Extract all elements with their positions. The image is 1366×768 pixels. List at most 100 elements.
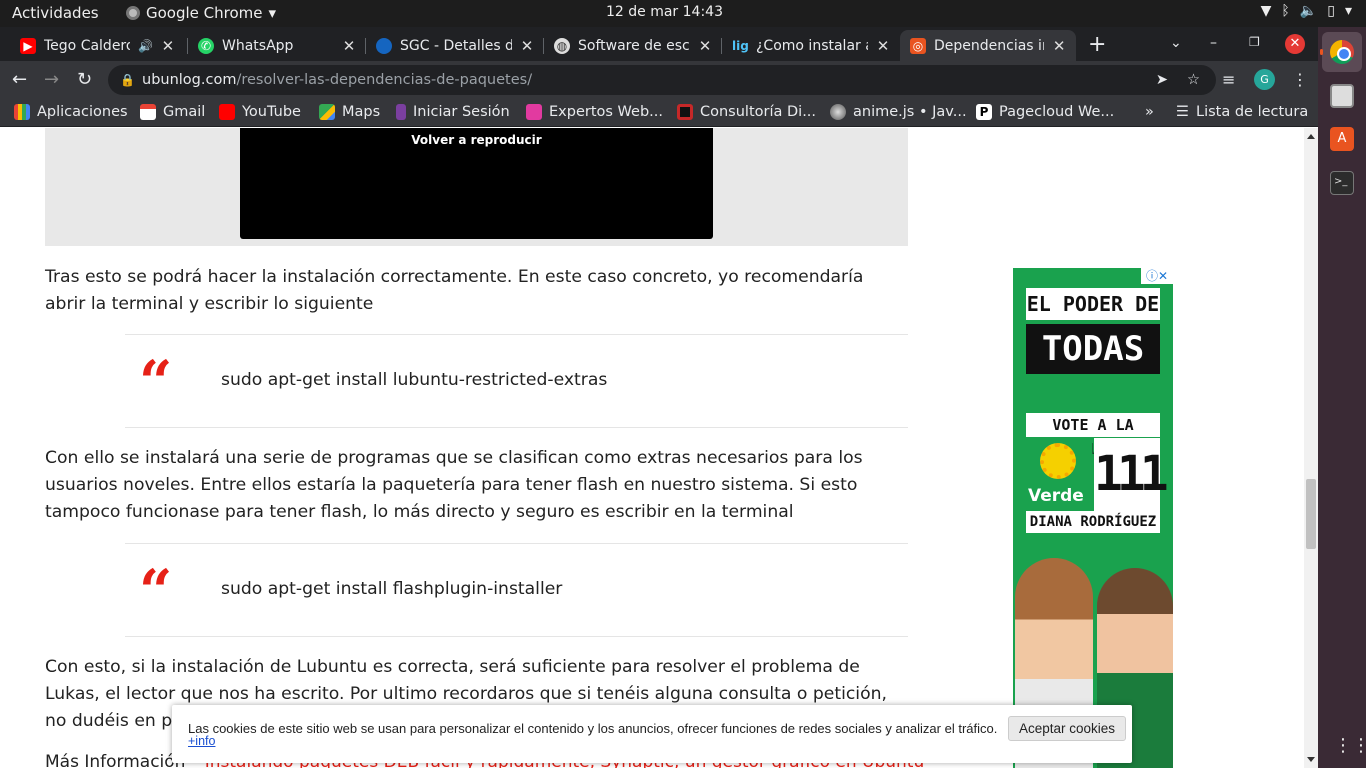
bookmark-consultoria[interactable]: Consultoría Di... — [677, 104, 816, 120]
anime-icon — [830, 104, 846, 120]
app-menu[interactable]: Google Chrome ▾ — [126, 4, 276, 22]
close-icon[interactable]: ✕ — [876, 37, 890, 55]
bookmark-animejs[interactable]: anime.js • Jav... — [830, 104, 967, 120]
system-top-bar: Actividades Google Chrome ▾ 12 de mar 14… — [0, 0, 1366, 27]
reload-button[interactable]: ↻ — [77, 69, 92, 90]
bookmark-label: Iniciar Sesión — [413, 104, 510, 120]
volume-icon: 🔈 — [1299, 3, 1318, 19]
scroll-up-icon[interactable] — [1307, 134, 1315, 139]
scrollbar-thumb[interactable] — [1306, 479, 1316, 549]
tab-title: WhatsApp — [222, 37, 294, 54]
app-name: Google Chrome — [146, 4, 263, 22]
bookmark-label: Consultoría Di... — [700, 104, 817, 120]
code-line: sudo apt-get install lubuntu-restricted-… — [221, 370, 608, 390]
video-container: Volver a reproducir — [45, 128, 908, 246]
wifi-icon: ▼ — [1260, 3, 1272, 19]
bluetooth-icon: ᛒ — [1281, 3, 1290, 19]
replay-button[interactable]: Volver a reproducir — [240, 133, 713, 147]
send-icon[interactable]: ➤ — [1156, 65, 1168, 95]
scroll-down-icon[interactable] — [1307, 757, 1315, 762]
bookmark-gmail[interactable]: Gmail — [140, 104, 205, 120]
tab-whatsapp[interactable]: ✆ WhatsApp ✕ — [188, 30, 366, 61]
video-player[interactable]: Volver a reproducir — [240, 128, 713, 239]
bookmarks-overflow-button[interactable]: » — [1145, 104, 1154, 120]
tab-search-button[interactable]: ⌄ — [1170, 35, 1182, 51]
clock[interactable]: 12 de mar 14:43 — [606, 4, 723, 20]
ubunlog-icon: ◎ — [910, 37, 926, 54]
bookmark-label: Gmail — [163, 104, 206, 120]
apps-grid-icon — [14, 104, 30, 120]
accept-cookies-button[interactable]: Aceptar cookies — [1008, 716, 1127, 741]
page-scrollbar[interactable] — [1304, 128, 1318, 768]
software-store-icon[interactable]: A — [1330, 127, 1354, 151]
tab-strip: ▶ Tego Caldero 🔊 ✕ ✆ WhatsApp ✕ SGC - De… — [0, 27, 1318, 61]
globe-icon: ◍ — [554, 37, 570, 54]
bookmark-aplicaciones[interactable]: Aplicaciones — [14, 104, 128, 120]
minimize-button[interactable]: – — [1210, 35, 1217, 51]
running-indicator — [1320, 49, 1323, 55]
bookmark-youtube[interactable]: YouTube — [219, 104, 301, 120]
reading-list-icon: ☰ — [1176, 104, 1189, 120]
close-icon[interactable]: ✕ — [520, 37, 534, 55]
tab-title: Tego Caldero — [44, 37, 130, 54]
consultoria-icon — [677, 104, 693, 120]
chevron-down-icon: ▾ — [1344, 3, 1352, 19]
address-bar[interactable]: 🔒 ubunlog.com/resolver-las-dependencias-… — [108, 65, 1216, 95]
web-page: Volver a reproducir Tras esto se podrá h… — [0, 128, 1304, 768]
gmail-icon — [140, 104, 156, 120]
cookie-more-info-link[interactable]: +info — [188, 734, 215, 748]
back-button[interactable]: ← — [12, 69, 27, 90]
audio-icon[interactable]: 🔊 — [138, 39, 153, 53]
menu-icon[interactable]: ⋮ — [1292, 70, 1308, 89]
tab-youtube[interactable]: ▶ Tego Caldero 🔊 ✕ — [10, 30, 188, 61]
bookmark-maps[interactable]: Maps — [319, 104, 380, 120]
tab-sgc[interactable]: SGC - Detalles de ✕ — [366, 30, 544, 61]
forward-button[interactable]: → — [44, 69, 59, 90]
bookmark-pagecloud[interactable]: P Pagecloud We... — [976, 104, 1114, 120]
chrome-icon — [126, 6, 140, 20]
ad-text: TODAS — [1026, 324, 1160, 374]
code-line: sudo apt-get install flashplugin-install… — [221, 579, 563, 599]
close-icon[interactable]: ✕ — [161, 37, 175, 55]
expertos-icon — [526, 104, 542, 120]
ad-choices-icon[interactable]: ⓘ✕ — [1141, 268, 1173, 284]
bookmark-label: YouTube — [242, 104, 301, 120]
code-quote-2: “ sudo apt-get install flashplugin-insta… — [125, 543, 908, 637]
terminal-icon[interactable]: >_ — [1330, 171, 1354, 195]
profile-avatar[interactable]: G — [1254, 69, 1275, 90]
close-window-button[interactable]: ✕ — [1285, 34, 1305, 54]
close-icon[interactable]: ✕ — [698, 37, 712, 55]
tab-software[interactable]: ◍ Software de escr ✕ — [544, 30, 722, 61]
article-paragraph-2: Con ello se instalará una serie de progr… — [45, 448, 863, 522]
ad-text: EL PODER DE — [1026, 288, 1160, 320]
tab-como-instalar[interactable]: lig ¿Como instalar a ✕ — [722, 30, 900, 61]
browser-toolbar: ← → ↻ 🔒 ubunlog.com/resolver-las-depende… — [0, 61, 1318, 99]
article-paragraph-1: Tras esto se podrá hacer la instalación … — [45, 267, 864, 314]
media-control-icon[interactable]: ≡ — [1222, 70, 1235, 89]
tab-title: Software de escr — [578, 37, 690, 54]
files-icon[interactable] — [1330, 84, 1354, 108]
system-tray[interactable]: ▼ ᛒ 🔈 ▯ ▾ — [1261, 3, 1352, 19]
whatsapp-icon: ✆ — [198, 37, 214, 54]
close-icon[interactable]: ✕ — [1052, 37, 1066, 55]
tab-dependencias[interactable]: ◎ Dependencias in ✕ — [900, 30, 1076, 61]
bookmark-label: Aplicaciones — [37, 104, 128, 120]
show-applications-icon[interactable]: ⋮⋮⋮ — [1334, 735, 1366, 756]
cookie-banner: Las cookies de este sitio web se usan pa… — [172, 705, 1132, 763]
bookmark-iniciar-sesion[interactable]: Iniciar Sesión — [396, 104, 510, 120]
chrome-icon[interactable] — [1330, 40, 1354, 64]
tab-title: Dependencias in — [934, 37, 1045, 54]
maximize-button[interactable]: ❐ — [1249, 35, 1260, 49]
quote-mark-icon: “ — [139, 557, 173, 625]
lock-icon[interactable]: 🔒 — [120, 65, 135, 95]
code-quote-1: “ sudo apt-get install lubuntu-restricte… — [125, 334, 908, 428]
bookmark-expertos-web[interactable]: Expertos Web... — [526, 104, 663, 120]
sunflower-icon — [1040, 443, 1076, 479]
bookmark-star-icon[interactable]: ☆ — [1187, 65, 1200, 95]
activities-button[interactable]: Actividades — [12, 4, 99, 22]
new-tab-button[interactable]: + — [1088, 32, 1106, 57]
close-icon[interactable]: ✕ — [342, 37, 356, 55]
advertisement[interactable]: ⓘ✕ EL PODER DE TODAS VOTE A LA CÁMARA Ve… — [1013, 268, 1173, 768]
bookmark-label: anime.js • Jav... — [853, 104, 967, 120]
reading-list-button[interactable]: ☰ Lista de lectura — [1176, 104, 1308, 120]
